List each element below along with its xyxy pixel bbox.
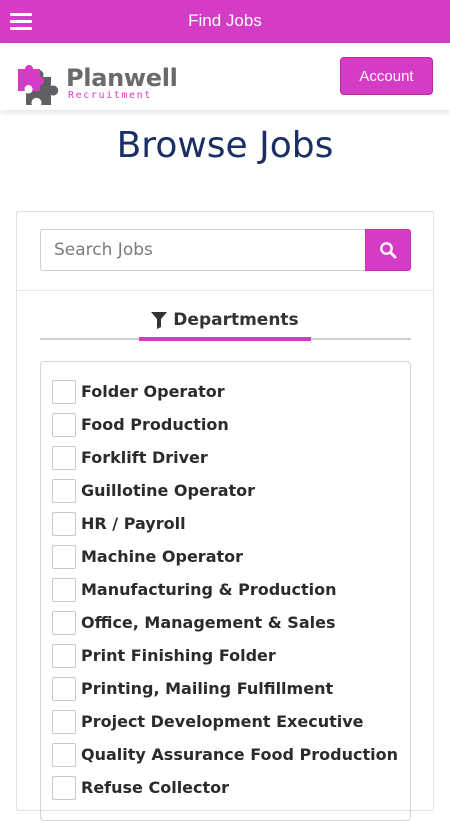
department-label: Guillotine Operator <box>81 481 256 500</box>
department-item[interactable]: Forklift Driver <box>52 445 208 470</box>
department-checkbox[interactable] <box>52 610 76 635</box>
department-checkbox[interactable] <box>52 379 76 404</box>
top-bar: Find Jobs <box>0 0 450 43</box>
department-label: Project Development Executive <box>81 712 364 731</box>
department-checkbox[interactable] <box>52 577 76 602</box>
topbar-title: Find Jobs <box>188 11 262 30</box>
department-item[interactable]: Refuse Collector <box>52 775 229 800</box>
jobs-filter-panel: Departments Folder Operator Food Product… <box>16 211 434 821</box>
department-list: Folder Operator Food Production Forklift… <box>40 361 411 821</box>
logo[interactable]: Planwell Recruitment <box>16 61 178 107</box>
department-item[interactable]: Folder Operator <box>52 379 225 404</box>
puzzle-logo-icon <box>18 65 59 105</box>
department-label: Folder Operator <box>81 382 225 401</box>
department-label: HR / Payroll <box>81 514 186 533</box>
department-item[interactable]: Print Finishing Folder <box>52 643 276 668</box>
department-checkbox[interactable] <box>52 544 76 569</box>
department-checkbox[interactable] <box>52 742 76 767</box>
department-item[interactable]: Office, Management & Sales <box>52 610 335 635</box>
department-item[interactable]: Food Production <box>52 412 229 437</box>
department-checkbox[interactable] <box>52 643 76 668</box>
filter-icon <box>151 311 168 329</box>
logo-subtitle: Recruitment <box>68 90 152 101</box>
department-label: Printing, Mailing Fulfillment <box>81 679 334 698</box>
department-checkbox[interactable] <box>52 445 76 470</box>
department-checkbox[interactable] <box>52 775 76 800</box>
department-checkbox[interactable] <box>52 676 76 701</box>
tab-departments[interactable]: Departments <box>139 300 311 340</box>
department-label: Forklift Driver <box>81 448 208 467</box>
department-label: Office, Management & Sales <box>81 613 336 632</box>
department-checkbox[interactable] <box>52 412 76 437</box>
department-item[interactable]: Machine Operator <box>52 544 243 569</box>
department-label: Quality Assurance Food Production <box>81 745 398 764</box>
department-label: Machine Operator <box>81 547 244 566</box>
department-label: Print Finishing Folder <box>81 646 276 665</box>
department-label: Food Production <box>81 415 229 434</box>
department-checkbox[interactable] <box>52 478 76 503</box>
account-button[interactable]: Account <box>340 57 433 95</box>
department-item[interactable]: Manufacturing & Production <box>52 577 337 602</box>
department-item[interactable]: Project Development Executive <box>52 709 364 734</box>
search-button[interactable] <box>365 229 411 271</box>
department-checkbox[interactable] <box>52 709 76 734</box>
search-input[interactable] <box>40 229 365 271</box>
department-item[interactable]: Quality Assurance Food Production <box>52 742 398 767</box>
department-label: Manufacturing & Production <box>81 580 337 599</box>
department-item[interactable]: HR / Payroll <box>52 511 186 536</box>
department-item[interactable]: Guillotine Operator <box>52 478 255 503</box>
page-title: Browse Jobs <box>116 125 334 166</box>
site-header: Planwell Recruitment Account <box>0 43 450 110</box>
department-label: Refuse Collector <box>81 778 230 797</box>
logo-name: Planwell <box>66 64 178 92</box>
department-item[interactable]: Printing, Mailing Fulfillment <box>52 676 333 701</box>
tab-departments-label: Departments <box>173 310 299 330</box>
tab-active-indicator <box>139 337 311 341</box>
panel-divider <box>17 290 433 291</box>
department-checkbox[interactable] <box>52 511 76 536</box>
search-icon <box>380 242 397 259</box>
